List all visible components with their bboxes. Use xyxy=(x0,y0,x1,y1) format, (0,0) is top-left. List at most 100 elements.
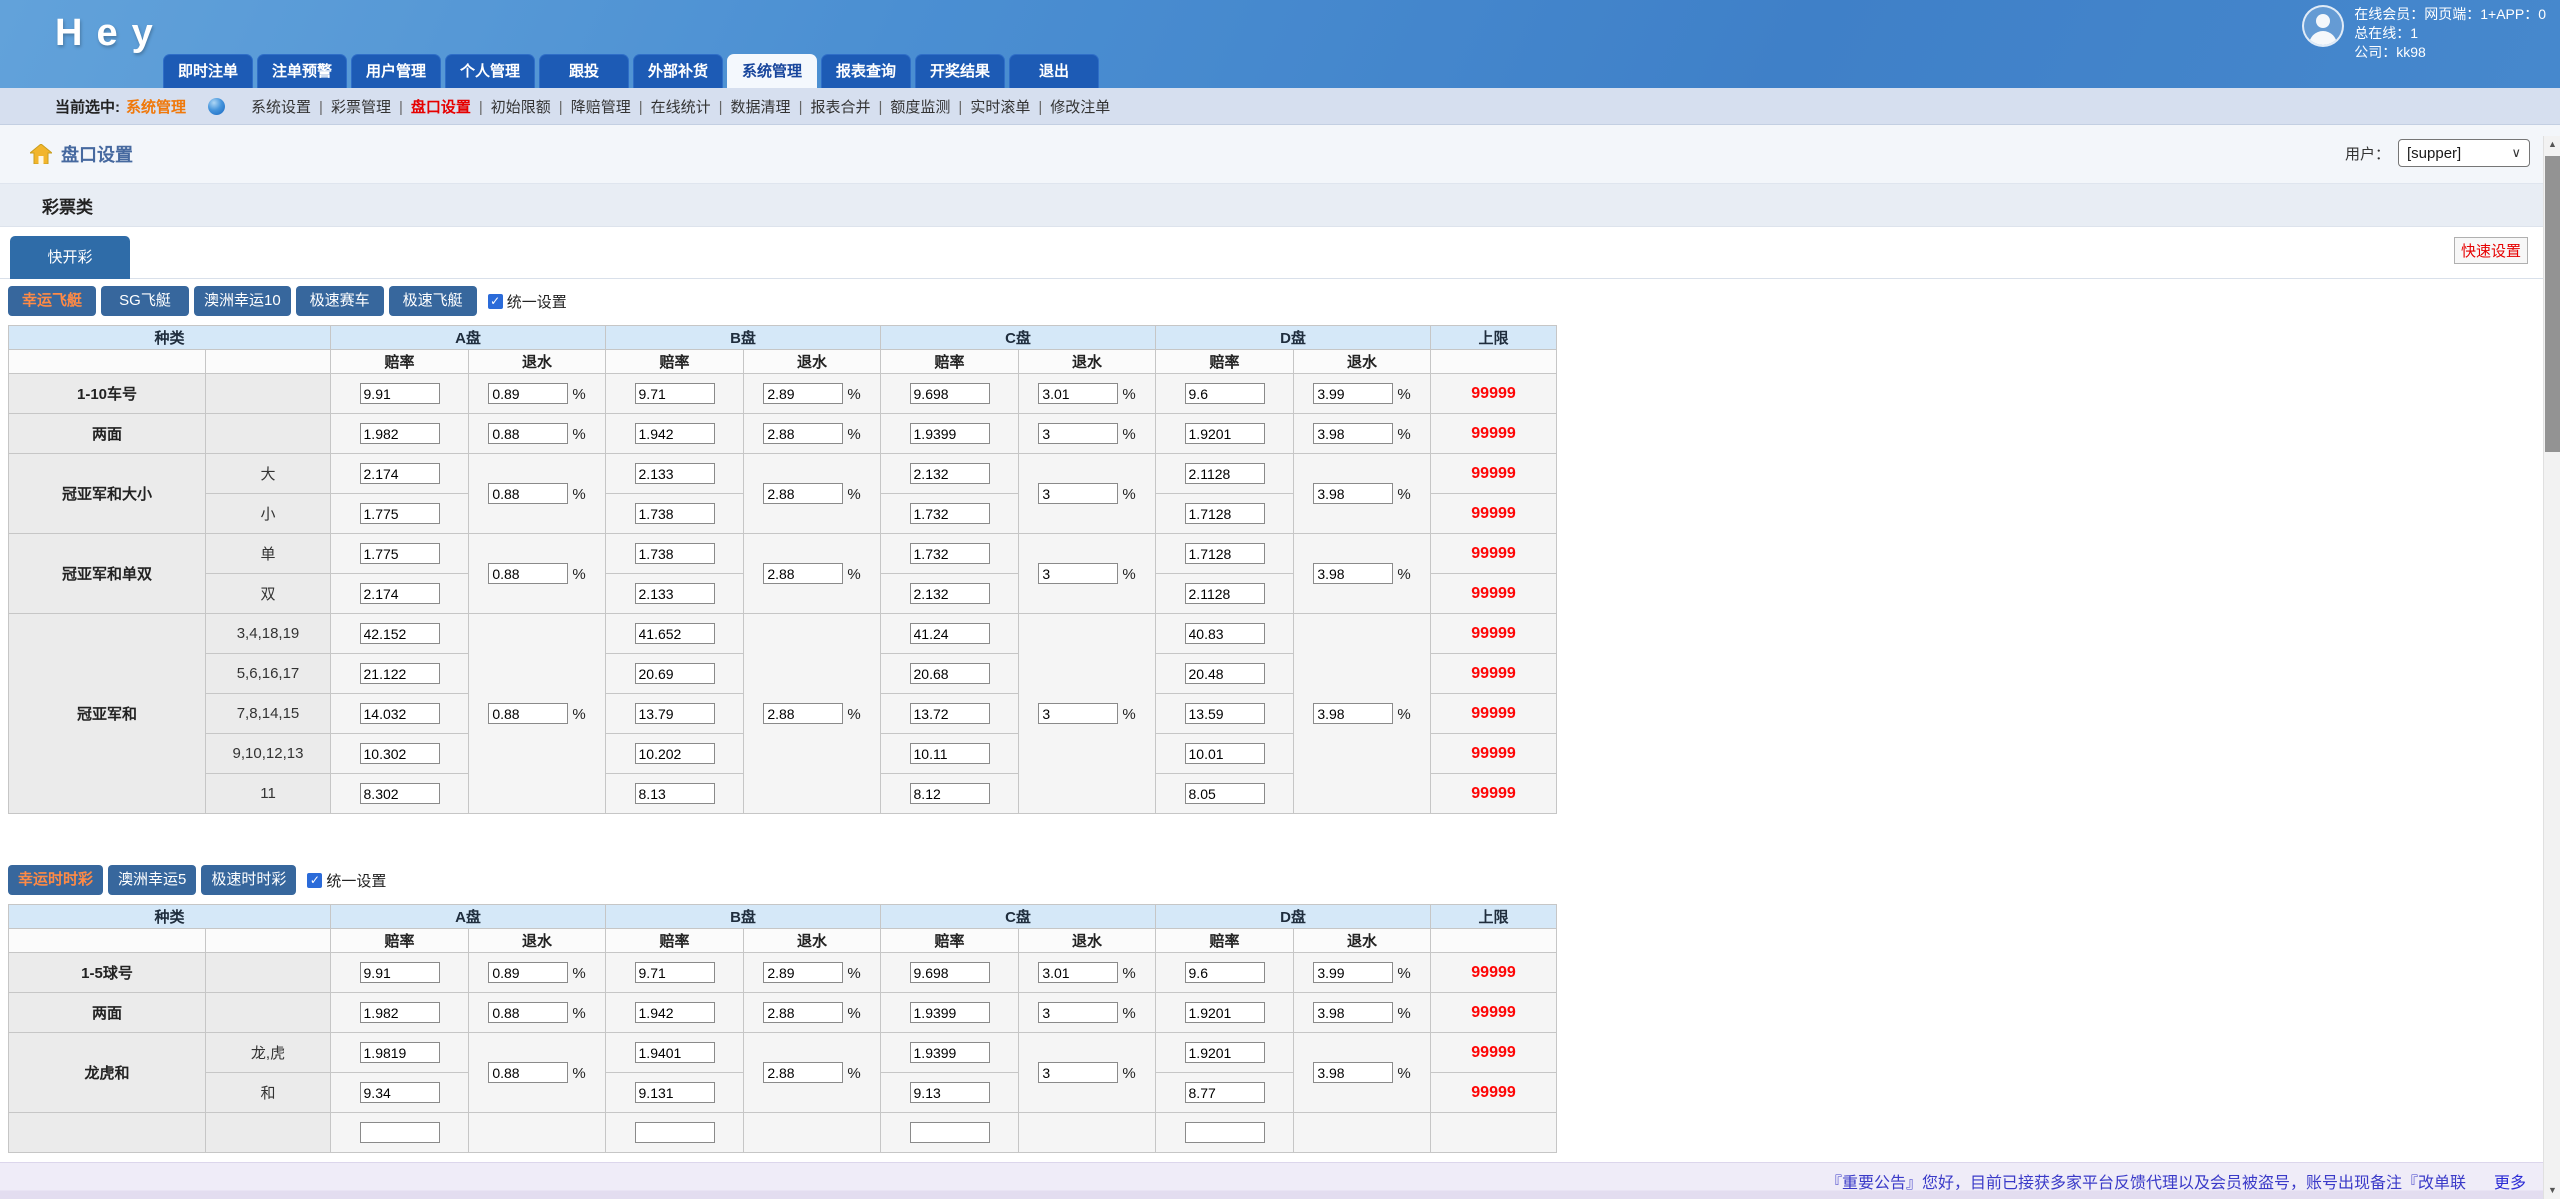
rebate-input[interactable] xyxy=(1038,563,1118,584)
odds-input[interactable] xyxy=(910,423,990,444)
game-tab[interactable]: 澳洲幸运10 xyxy=(194,286,291,316)
game-tab[interactable]: 极速赛车 xyxy=(296,286,384,316)
odds-input[interactable] xyxy=(910,1042,990,1063)
odds-input[interactable] xyxy=(910,663,990,684)
odds-input[interactable] xyxy=(1185,1042,1265,1063)
odds-input[interactable] xyxy=(1185,783,1265,804)
rebate-input[interactable] xyxy=(488,423,568,444)
game-tab[interactable]: 幸运飞艇 xyxy=(8,286,96,316)
odds-input[interactable] xyxy=(360,1042,440,1063)
scroll-down-icon[interactable]: ▼ xyxy=(2544,1182,2560,1199)
nav-tab[interactable]: 报表查询 xyxy=(821,54,911,88)
rebate-input[interactable] xyxy=(1313,483,1393,504)
odds-input[interactable] xyxy=(635,583,715,604)
rebate-input[interactable] xyxy=(1038,962,1118,983)
rebate-input[interactable] xyxy=(488,383,568,404)
rebate-input[interactable] xyxy=(763,483,843,504)
rebate-input[interactable] xyxy=(1313,1002,1393,1023)
nav-tab[interactable]: 即时注单 xyxy=(163,54,253,88)
odds-input[interactable] xyxy=(910,783,990,804)
odds-input[interactable] xyxy=(1185,703,1265,724)
odds-input[interactable] xyxy=(360,383,440,404)
scrollbar-thumb[interactable] xyxy=(2545,156,2560,452)
odds-input[interactable] xyxy=(910,543,990,564)
rebate-input[interactable] xyxy=(1313,563,1393,584)
rebate-input[interactable] xyxy=(763,563,843,584)
odds-input[interactable] xyxy=(910,463,990,484)
odds-input[interactable] xyxy=(1185,463,1265,484)
submenu-item[interactable]: 额度监测 xyxy=(882,99,958,116)
nav-tab[interactable]: 注单预警 xyxy=(257,54,347,88)
odds-input[interactable] xyxy=(910,583,990,604)
submenu-item[interactable]: 降赔管理 xyxy=(563,99,639,116)
user-select[interactable]: [supper] ∨ xyxy=(2398,139,2530,167)
odds-input[interactable] xyxy=(635,1082,715,1103)
rebate-input[interactable] xyxy=(1038,483,1118,504)
unify-setting[interactable]: ✓统一设置 xyxy=(488,291,567,312)
odds-input[interactable] xyxy=(635,1002,715,1023)
odds-input[interactable] xyxy=(360,543,440,564)
submenu-item[interactable]: 数据清理 xyxy=(723,99,799,116)
odds-input[interactable] xyxy=(635,543,715,564)
submenu-item[interactable]: 报表合并 xyxy=(802,99,878,116)
rebate-input[interactable] xyxy=(488,1002,568,1023)
odds-input[interactable] xyxy=(1185,383,1265,404)
odds-input[interactable] xyxy=(635,1122,715,1143)
odds-input[interactable] xyxy=(360,1122,440,1143)
odds-input[interactable] xyxy=(1185,503,1265,524)
odds-input[interactable] xyxy=(1185,1002,1265,1023)
rebate-input[interactable] xyxy=(1038,383,1118,404)
game-tab[interactable]: 极速飞艇 xyxy=(389,286,477,316)
rebate-input[interactable] xyxy=(1313,703,1393,724)
odds-input[interactable] xyxy=(910,703,990,724)
submenu-item[interactable]: 在线统计 xyxy=(643,99,719,116)
odds-input[interactable] xyxy=(635,623,715,644)
odds-input[interactable] xyxy=(360,1002,440,1023)
odds-input[interactable] xyxy=(1185,623,1265,644)
odds-input[interactable] xyxy=(910,1002,990,1023)
nav-tab[interactable]: 跟投 xyxy=(539,54,629,88)
rebate-input[interactable] xyxy=(1313,962,1393,983)
rebate-input[interactable] xyxy=(763,423,843,444)
odds-input[interactable] xyxy=(360,463,440,484)
odds-input[interactable] xyxy=(635,743,715,764)
rebate-input[interactable] xyxy=(488,563,568,584)
odds-input[interactable] xyxy=(1185,1082,1265,1103)
odds-input[interactable] xyxy=(360,623,440,644)
submenu-item[interactable]: 实时滚单 xyxy=(962,99,1038,116)
nav-tab[interactable]: 开奖结果 xyxy=(915,54,1005,88)
nav-tab[interactable]: 用户管理 xyxy=(351,54,441,88)
rebate-input[interactable] xyxy=(1313,423,1393,444)
game-tab[interactable]: 极速时时彩 xyxy=(201,865,296,895)
odds-input[interactable] xyxy=(635,1042,715,1063)
odds-input[interactable] xyxy=(360,503,440,524)
odds-input[interactable] xyxy=(910,743,990,764)
odds-input[interactable] xyxy=(360,743,440,764)
odds-input[interactable] xyxy=(910,383,990,404)
odds-input[interactable] xyxy=(1185,962,1265,983)
rebate-input[interactable] xyxy=(1313,383,1393,404)
odds-input[interactable] xyxy=(635,663,715,684)
scrollbar[interactable]: ▲ ▼ xyxy=(2543,136,2560,1199)
scroll-up-icon[interactable]: ▲ xyxy=(2544,136,2560,153)
odds-input[interactable] xyxy=(910,503,990,524)
rebate-input[interactable] xyxy=(763,383,843,404)
odds-input[interactable] xyxy=(360,663,440,684)
odds-input[interactable] xyxy=(360,703,440,724)
rebate-input[interactable] xyxy=(1038,1002,1118,1023)
rebate-input[interactable] xyxy=(763,1002,843,1023)
submenu-item[interactable]: 系统设置 xyxy=(243,99,319,116)
rebate-input[interactable] xyxy=(1038,1062,1118,1083)
rebate-input[interactable] xyxy=(488,483,568,504)
odds-input[interactable] xyxy=(1185,423,1265,444)
odds-input[interactable] xyxy=(635,503,715,524)
odds-input[interactable] xyxy=(360,423,440,444)
odds-input[interactable] xyxy=(910,962,990,983)
rebate-input[interactable] xyxy=(488,1062,568,1083)
submenu-item[interactable]: 彩票管理 xyxy=(323,99,399,116)
game-tab[interactable]: SG飞艇 xyxy=(101,286,189,316)
odds-input[interactable] xyxy=(910,623,990,644)
rebate-input[interactable] xyxy=(763,962,843,983)
odds-input[interactable] xyxy=(910,1082,990,1103)
nav-tab[interactable]: 退出 xyxy=(1009,54,1099,88)
